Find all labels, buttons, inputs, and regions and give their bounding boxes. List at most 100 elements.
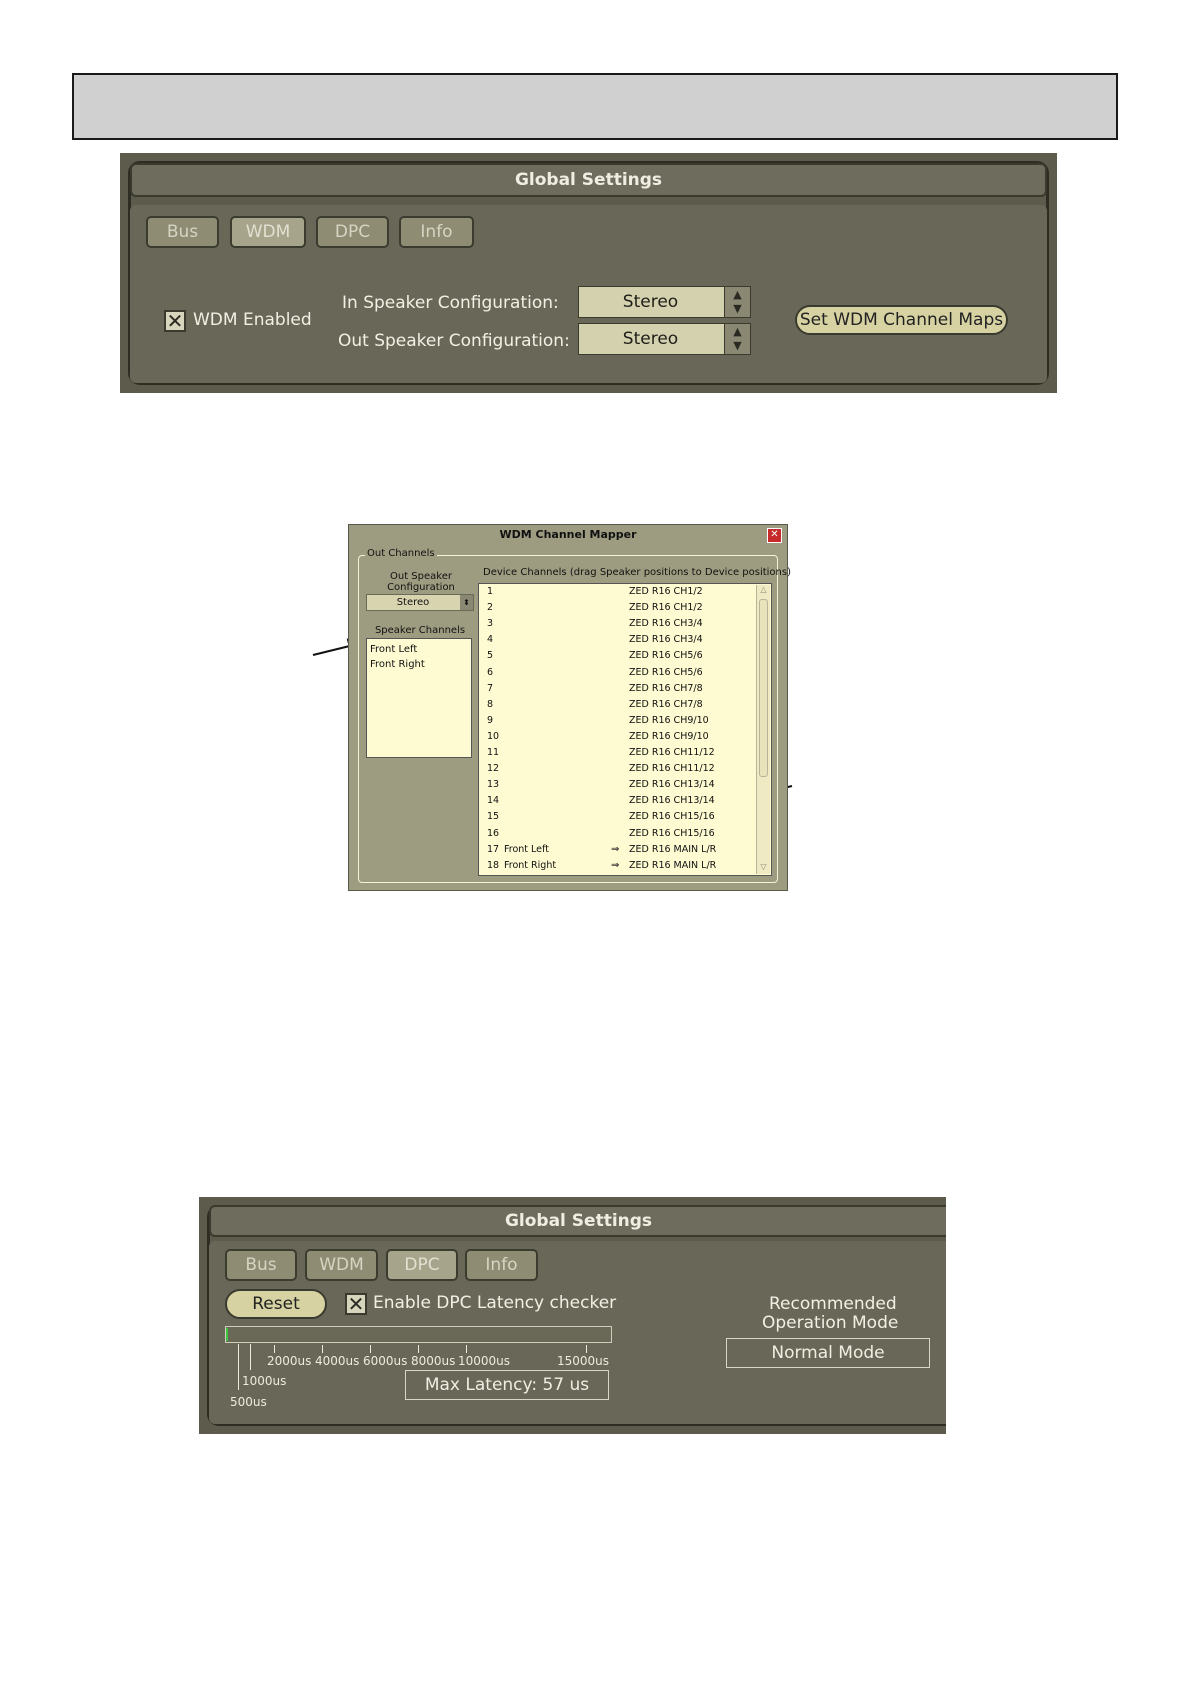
tab-info[interactable]: Info bbox=[465, 1249, 538, 1281]
device-channel-row[interactable]: 18 Front Right ⇒ ZED R16 MAIN L/R bbox=[479, 858, 755, 874]
tab-dpc[interactable]: DPC bbox=[316, 216, 389, 248]
tick-1000us bbox=[250, 1344, 251, 1370]
top-banner bbox=[72, 73, 1118, 140]
device-channel-row[interactable]: 8 ZED R16 CH7/8 bbox=[479, 697, 755, 713]
device-channel-row[interactable]: 16 ZED R16 CH15/16 bbox=[479, 826, 755, 842]
row-number: 15 bbox=[487, 811, 500, 823]
device-channel-row[interactable]: 17 Front Left ⇒ ZED R16 MAIN L/R bbox=[479, 842, 755, 858]
out-speaker-config-select[interactable]: Stereo ▲ ▼ bbox=[578, 323, 751, 355]
tab-wdm[interactable]: WDM bbox=[305, 1249, 378, 1281]
row-number: 3 bbox=[487, 618, 494, 630]
out-speaker-config-caption: Out Speaker Configuration bbox=[387, 571, 455, 593]
spin-arrows-icon[interactable]: ▲ ▼ bbox=[724, 324, 750, 354]
device-channel-row[interactable]: 12 ZED R16 CH11/12 bbox=[479, 761, 755, 777]
device-channels-list: 1 ZED R16 CH1/2 2 ZED R16 CH1/2 3 ZED R16 CH3… bbox=[478, 583, 772, 876]
device-channel-row[interactable]: 14 ZED R16 CH13/14 bbox=[479, 793, 755, 809]
row-number: 12 bbox=[487, 763, 500, 775]
wdm-channel-mapper-dialog: WDM Channel Mapper ✕ Out Channels Out Sp… bbox=[348, 524, 792, 891]
row-number: 6 bbox=[487, 666, 494, 678]
tab-bus[interactable]: Bus bbox=[225, 1249, 297, 1281]
device-channels-label: Device Channels (drag Speaker positions … bbox=[483, 567, 792, 578]
recommended-label: Recommended bbox=[769, 1294, 897, 1314]
scale-label: 1000us bbox=[242, 1374, 287, 1388]
row-number: 11 bbox=[487, 747, 500, 758]
scale-label: 10000us bbox=[458, 1354, 511, 1368]
global-settings-wdm-panel: Global Settings Bus WDM DPC Info ✕ WDM E… bbox=[120, 153, 1057, 393]
device-channel-row[interactable]: 11 ZED R16 CH11/12 bbox=[479, 745, 755, 761]
device-channel-row[interactable]: 15 ZED R16 CH15/16 bbox=[479, 809, 755, 825]
row-number: 8 bbox=[487, 698, 494, 710]
row-device-channel: ZED R16 CH3/4 bbox=[629, 618, 703, 630]
row-device-channel: ZED R16 MAIN L/R bbox=[629, 859, 717, 871]
tick-2000us bbox=[274, 1345, 275, 1353]
scale-label: 500us bbox=[230, 1395, 267, 1409]
device-channel-row[interactable]: 4 ZED R16 CH3/4 bbox=[479, 632, 755, 648]
mapper-title: WDM Channel Mapper bbox=[499, 528, 637, 541]
in-speaker-config-select[interactable]: Stereo ▲ ▼ bbox=[578, 286, 751, 318]
mapper-speaker-config-select[interactable]: Stereo ⬍ bbox=[366, 594, 474, 611]
tab-info[interactable]: Info bbox=[399, 216, 474, 248]
device-channel-row[interactable]: 5 ZED R16 CH5/6 bbox=[479, 648, 755, 664]
row-device-channel: ZED R16 CH7/8 bbox=[629, 698, 703, 710]
row-device-channel: ZED R16 CH11/12 bbox=[629, 763, 715, 775]
tab-wdm[interactable]: WDM bbox=[230, 216, 306, 248]
device-channel-row[interactable]: 7 ZED R16 CH7/8 bbox=[479, 681, 755, 697]
dpc-latency-meter bbox=[225, 1326, 612, 1343]
row-device-channel: ZED R16 CH9/10 bbox=[629, 730, 709, 742]
row-device-channel: ZED R16 CH15/16 bbox=[629, 811, 715, 823]
scroll-down-icon[interactable]: ▽ bbox=[757, 862, 770, 874]
tab-bus[interactable]: Bus bbox=[146, 216, 219, 248]
row-device-channel: ZED R16 CH15/16 bbox=[629, 827, 715, 839]
scale-label: 6000us bbox=[363, 1354, 408, 1368]
row-speaker: Front Right bbox=[504, 859, 557, 871]
device-channel-row[interactable]: 2 ZED R16 CH1/2 bbox=[479, 600, 755, 616]
speaker-channel-item[interactable]: Front Right bbox=[370, 657, 468, 672]
row-device-channel: ZED R16 CH13/14 bbox=[629, 795, 715, 807]
tick-500us bbox=[238, 1344, 239, 1390]
device-channel-row[interactable]: 9 ZED R16 CH9/10 bbox=[479, 713, 755, 729]
row-number: 1 bbox=[487, 586, 494, 597]
row-device-channel: ZED R16 CH1/2 bbox=[629, 586, 703, 597]
row-device-channel: ZED R16 CH9/10 bbox=[629, 714, 709, 726]
spin-arrows-icon[interactable]: ▲ ▼ bbox=[724, 287, 750, 317]
row-device-channel: ZED R16 CH11/12 bbox=[629, 747, 715, 758]
device-channel-row[interactable]: 6 ZED R16 CH5/6 bbox=[479, 665, 755, 681]
meter-fill bbox=[226, 1328, 228, 1341]
device-channel-row[interactable]: 13 ZED R16 CH13/14 bbox=[479, 777, 755, 793]
device-list-scrollbar[interactable]: △ ▽ bbox=[756, 585, 770, 874]
device-channel-row[interactable]: 1 ZED R16 CH1/2 bbox=[479, 584, 755, 600]
mapper-speaker-config-value: Stereo bbox=[396, 597, 430, 608]
row-device-channel: ZED R16 CH1/2 bbox=[629, 602, 703, 614]
out-speaker-config-label: Out Speaker Configuration: bbox=[338, 331, 570, 351]
row-device-channel: ZED R16 MAIN L/R bbox=[629, 843, 717, 855]
close-icon[interactable]: ✕ bbox=[767, 528, 782, 543]
spin-arrows-icon[interactable]: ⬍ bbox=[460, 595, 473, 610]
row-device-channel: ZED R16 CH5/6 bbox=[629, 650, 703, 662]
enable-dpc-checkbox[interactable]: ✕ bbox=[345, 1293, 367, 1315]
scroll-up-icon[interactable]: △ bbox=[757, 585, 770, 597]
reset-button[interactable]: Reset bbox=[225, 1289, 327, 1319]
row-device-channel: ZED R16 CH7/8 bbox=[629, 682, 703, 694]
wdm-enabled-checkbox[interactable]: ✕ bbox=[164, 310, 186, 332]
out-speaker-config-value: Stereo bbox=[622, 329, 679, 349]
scale-label: 2000us bbox=[267, 1354, 312, 1368]
global-settings-dpc-panel: Global Settings Bus WDM DPC Info Reset ✕… bbox=[199, 1197, 946, 1434]
tick-6000us bbox=[370, 1345, 371, 1353]
row-speaker: Front Left bbox=[504, 843, 549, 855]
scroll-thumb[interactable] bbox=[759, 599, 768, 777]
speaker-channel-item[interactable]: Front Left bbox=[370, 642, 468, 657]
scale-label: 15000us bbox=[557, 1354, 610, 1368]
device-channel-row[interactable]: 10 ZED R16 CH9/10 bbox=[479, 729, 755, 745]
set-wdm-channel-maps-button[interactable]: Set WDM Channel Maps bbox=[795, 305, 1008, 335]
row-number: 13 bbox=[487, 779, 500, 791]
tick-4000us bbox=[322, 1345, 323, 1353]
device-channel-row[interactable]: 3 ZED R16 CH3/4 bbox=[479, 616, 755, 632]
tab-dpc[interactable]: DPC bbox=[386, 1249, 458, 1281]
row-number: 2 bbox=[487, 602, 494, 614]
mapping-arrow-icon: ⇒ bbox=[611, 859, 620, 871]
operation-mode-value: Normal Mode bbox=[726, 1338, 930, 1368]
in-speaker-config-label: In Speaker Configuration: bbox=[342, 293, 559, 313]
row-number: 9 bbox=[487, 714, 494, 726]
panel-title: Global Settings bbox=[130, 163, 1047, 197]
mapping-arrow-icon: ⇒ bbox=[611, 843, 620, 855]
